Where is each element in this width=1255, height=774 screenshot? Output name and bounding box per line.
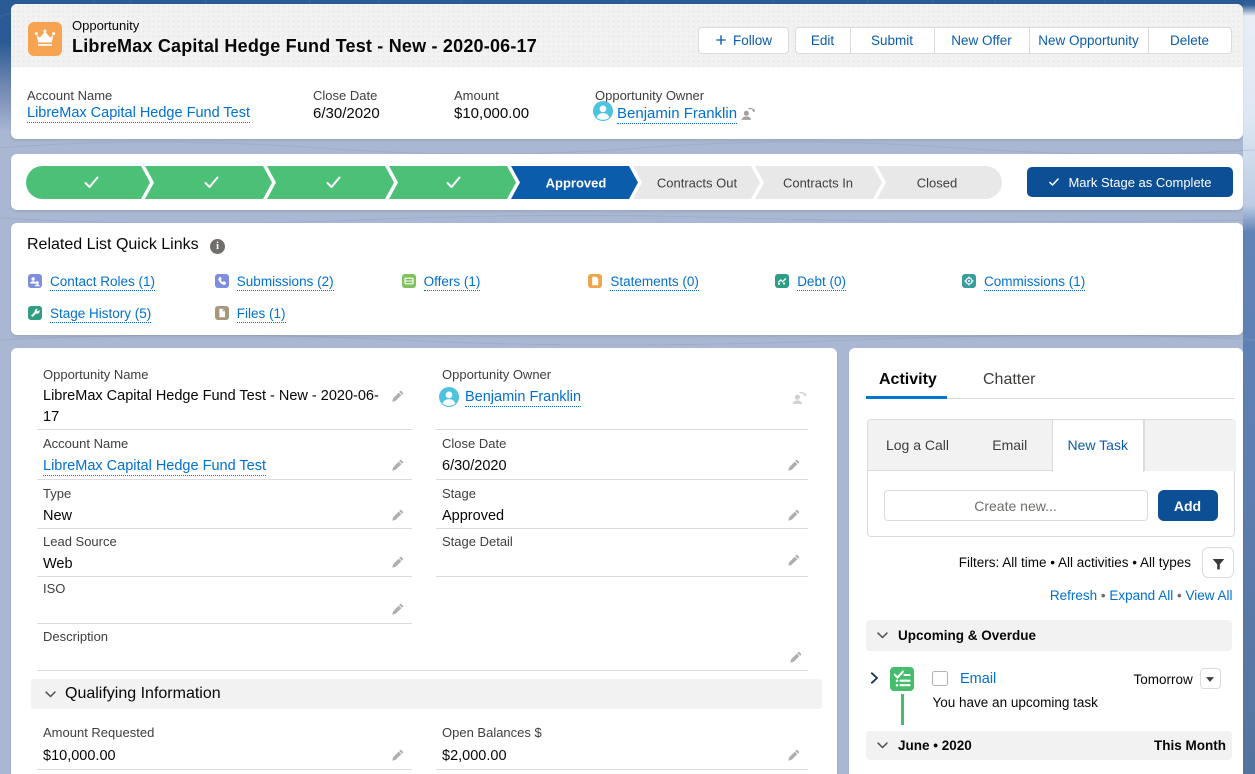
- svg-text:Closed: Closed: [917, 176, 957, 191]
- svg-text:Contracts In: Contracts In: [783, 176, 853, 191]
- svg-text:Approved: Approved: [546, 176, 607, 191]
- svg-text:Contracts Out: Contracts Out: [657, 176, 738, 191]
